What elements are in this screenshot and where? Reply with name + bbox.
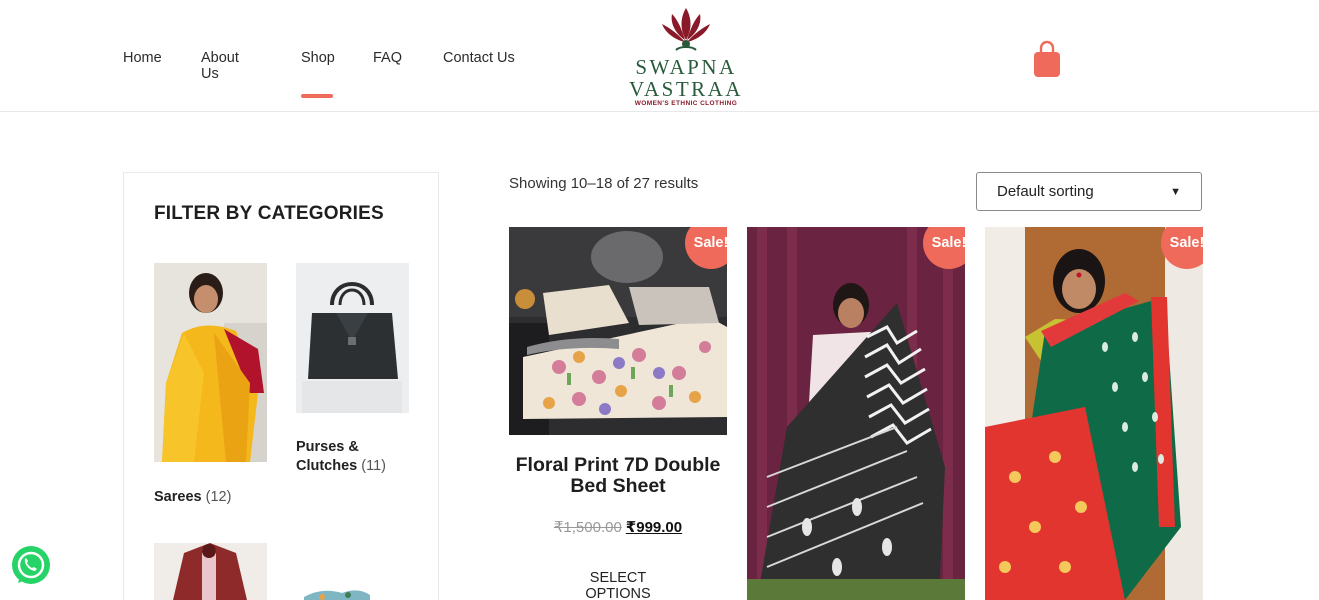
- active-nav-indicator: [301, 94, 333, 98]
- select-options-button[interactable]: SELECT OPTIONS: [557, 570, 679, 600]
- lotus-logo-icon: [662, 8, 710, 51]
- product-price: ₹1,500.00 ₹999.00: [509, 518, 727, 536]
- nav-about-us[interactable]: About Us: [201, 50, 239, 82]
- sort-dropdown[interactable]: Default sorting ▼: [976, 172, 1202, 211]
- whatsapp-icon[interactable]: [10, 545, 52, 587]
- chevron-down-icon: ▼: [1170, 185, 1181, 198]
- category-label-sarees[interactable]: Sarees (12): [154, 488, 231, 507]
- category-count: (11): [361, 458, 386, 474]
- product-image[interactable]: Sale!: [985, 227, 1203, 600]
- category-image-3[interactable]: [154, 543, 267, 600]
- site-header: Home About Us Shop FAQ Contact Us SWAPNA…: [0, 0, 1319, 112]
- logo-tagline: WOMEN'S ETHNIC CLOTHING: [634, 100, 738, 107]
- product-image[interactable]: Sale!: [509, 227, 727, 435]
- category-name-line2: Clutches: [296, 458, 358, 474]
- category-image-4[interactable]: [302, 583, 372, 600]
- nav-contact-us[interactable]: Contact Us: [443, 50, 515, 66]
- category-filter-widget: FILTER BY CATEGORIES Sarees (12) Purses …: [123, 172, 439, 600]
- shopping-bag-icon[interactable]: [1032, 40, 1062, 78]
- result-count: Showing 10–18 of 27 results: [509, 175, 699, 192]
- category-label-purses[interactable]: Purses & Clutches (11): [296, 438, 386, 476]
- category-image-sarees[interactable]: [154, 263, 267, 462]
- nav-home[interactable]: Home: [123, 50, 162, 66]
- nav-faq[interactable]: FAQ: [373, 50, 402, 66]
- logo-text-line2: VASTRAA: [629, 77, 743, 101]
- category-name: Sarees: [154, 489, 202, 505]
- product-card: Sale!: [985, 227, 1203, 600]
- category-name: Purses &: [296, 439, 359, 455]
- sale-price: ₹999.00: [625, 519, 683, 536]
- nav-shop[interactable]: Shop: [301, 50, 335, 66]
- category-count: (12): [205, 489, 232, 505]
- product-title[interactable]: Floral Print 7D Double Bed Sheet: [509, 455, 727, 497]
- product-card: Sale!: [509, 227, 727, 435]
- sort-selected-value: Default sorting: [997, 183, 1094, 200]
- old-price: ₹1,500.00: [553, 519, 622, 536]
- category-image-purses[interactable]: [296, 263, 409, 413]
- product-image[interactable]: Sale!: [747, 227, 965, 600]
- filter-title: FILTER BY CATEGORIES: [154, 203, 384, 224]
- product-card: Sale!: [747, 227, 965, 600]
- site-logo[interactable]: SWAPNA VASTRAA WOMEN'S ETHNIC CLOTHING: [628, 4, 744, 108]
